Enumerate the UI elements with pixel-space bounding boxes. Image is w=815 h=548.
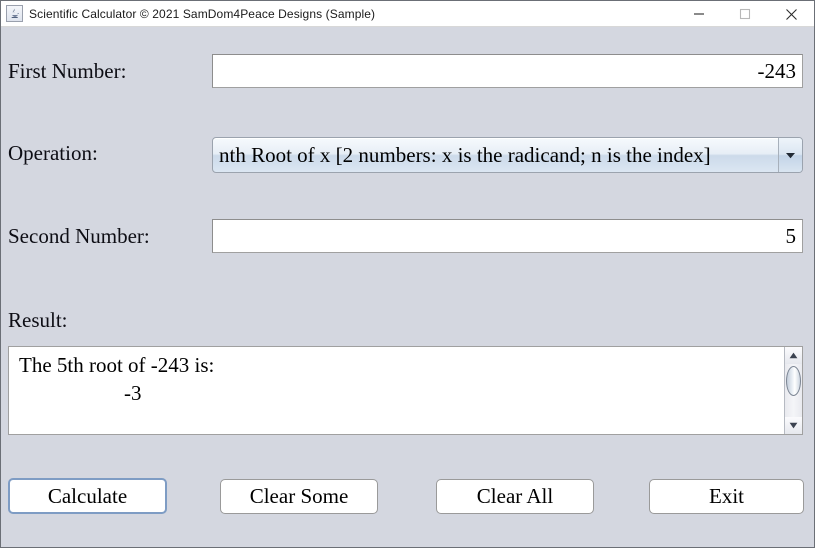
title-bar: Scientific Calculator © 2021 SamDom4Peac… [1, 1, 814, 27]
result-textarea-container: The 5th root of -243 is: -3 [8, 346, 803, 435]
calculate-button[interactable]: Calculate [8, 478, 167, 514]
result-label: Result: [8, 308, 68, 332]
second-number-input[interactable]: 5 [212, 219, 803, 253]
scroll-down-arrow-icon[interactable] [785, 417, 802, 434]
scrollbar-track[interactable] [785, 364, 802, 417]
scrollbar-thumb[interactable] [786, 366, 801, 396]
scroll-up-arrow-icon[interactable] [785, 347, 802, 364]
maximize-button[interactable] [722, 1, 768, 27]
operation-selected-value: nth Root of x [2 numbers: x is the radic… [219, 142, 711, 167]
chevron-down-icon[interactable] [778, 138, 802, 172]
clear-all-button[interactable]: Clear All [436, 479, 594, 514]
operation-label: Operation: [8, 141, 98, 165]
result-scrollbar[interactable] [784, 347, 802, 434]
window-controls [676, 1, 814, 27]
exit-button[interactable]: Exit [649, 479, 804, 514]
java-coffee-cup-icon [6, 5, 23, 22]
minimize-button[interactable] [676, 1, 722, 27]
calculator-panel: First Number: -243 Operation: nth Root o… [1, 27, 814, 547]
application-window: Scientific Calculator © 2021 SamDom4Peac… [0, 0, 815, 548]
first-number-input[interactable]: -243 [212, 54, 803, 88]
result-output-text[interactable]: The 5th root of -243 is: -3 [9, 347, 784, 434]
close-button[interactable] [768, 1, 814, 27]
first-number-label: First Number: [8, 59, 127, 83]
window-title: Scientific Calculator © 2021 SamDom4Peac… [29, 6, 376, 21]
second-number-label: Second Number: [8, 224, 150, 248]
clear-some-button[interactable]: Clear Some [220, 479, 378, 514]
operation-dropdown[interactable]: nth Root of x [2 numbers: x is the radic… [212, 137, 803, 173]
